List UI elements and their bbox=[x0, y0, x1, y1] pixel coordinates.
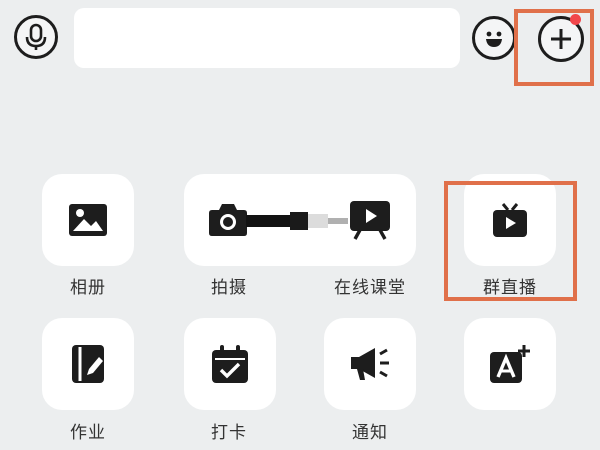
live-tv-icon bbox=[492, 202, 528, 238]
notice-tile[interactable] bbox=[324, 318, 416, 410]
smiley-icon bbox=[480, 24, 508, 52]
shoot-label: 拍摄 bbox=[211, 278, 247, 298]
voice-button[interactable] bbox=[14, 15, 58, 59]
microphone-icon bbox=[23, 22, 49, 52]
text-add-icon bbox=[489, 344, 531, 384]
megaphone-icon bbox=[349, 345, 391, 383]
cable-image bbox=[246, 208, 348, 234]
group-live-label: 群直播 bbox=[483, 278, 537, 298]
notification-dot bbox=[570, 14, 581, 25]
input-toolbar bbox=[0, 0, 600, 80]
checkin-label: 打卡 bbox=[211, 423, 247, 443]
emoji-button[interactable] bbox=[472, 16, 516, 60]
album-tile[interactable] bbox=[42, 174, 134, 266]
tv-board-icon[interactable] bbox=[349, 200, 391, 240]
notice-label: 通知 bbox=[352, 423, 388, 443]
message-input[interactable] bbox=[74, 8, 460, 68]
online-class-label: 在线课堂 bbox=[334, 278, 406, 298]
photo-icon bbox=[68, 203, 108, 237]
plus-icon bbox=[548, 26, 574, 52]
text-add-tile[interactable] bbox=[464, 318, 556, 410]
homework-tile[interactable] bbox=[42, 318, 134, 410]
checkin-tile[interactable] bbox=[184, 318, 276, 410]
album-label: 相册 bbox=[70, 278, 106, 298]
group-live-tile[interactable] bbox=[464, 174, 556, 266]
homework-label: 作业 bbox=[70, 423, 106, 443]
homework-icon bbox=[71, 344, 105, 384]
camera-icon[interactable] bbox=[208, 201, 248, 237]
checkin-calendar-icon bbox=[211, 344, 249, 384]
